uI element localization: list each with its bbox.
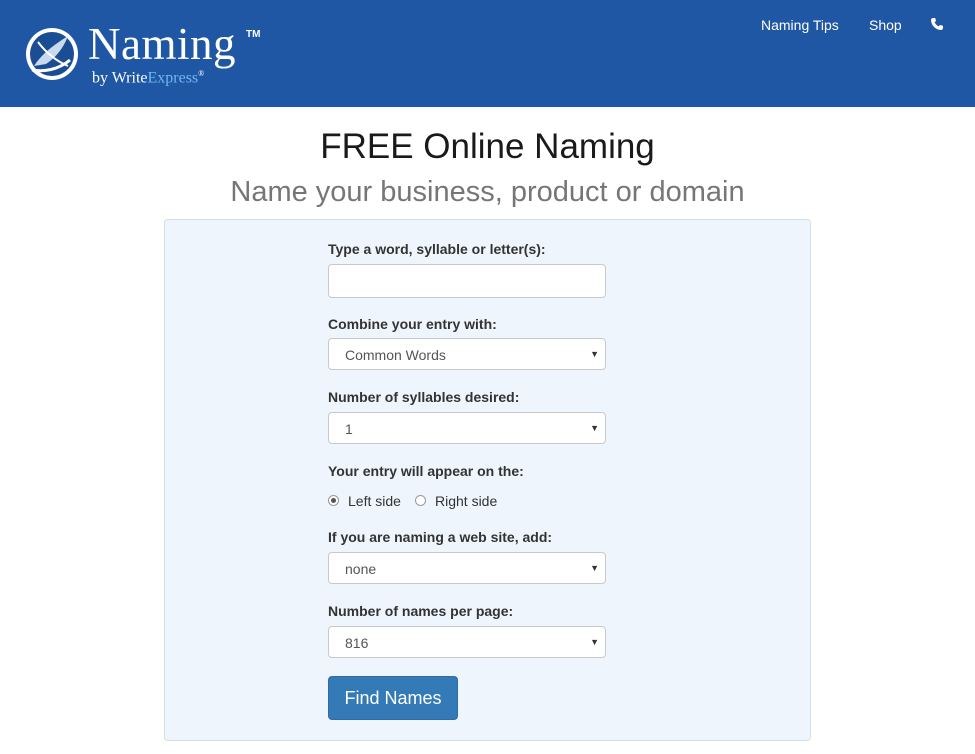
chevron-down-icon: ▼ (590, 637, 599, 647)
phone-icon[interactable] (930, 17, 944, 31)
syllables-selected-value: 1 (345, 421, 353, 437)
quill-logo-icon (26, 28, 78, 80)
nav-naming-tips[interactable]: Naming Tips (761, 17, 839, 33)
website-selected-value: none (345, 561, 377, 577)
syllables-label: Number of syllables desired: (328, 389, 520, 405)
position-label: Your entry will appear on the: (328, 463, 524, 479)
names-per-page-label: Number of names per page: (328, 603, 514, 619)
names-per-page-select[interactable]: 816 ▼ (328, 626, 606, 658)
chevron-down-icon: ▼ (590, 563, 599, 573)
combine-label: Combine your entry with: (328, 316, 497, 332)
website-extension-select[interactable]: none ▼ (328, 552, 606, 584)
page-subtitle: Name your business, product or domain (230, 176, 745, 208)
left-side-label[interactable]: Left side (348, 493, 401, 509)
logo-by-text: by Write (92, 69, 148, 87)
syllables-select[interactable]: 1 ▼ (328, 412, 606, 444)
chevron-down-icon: ▼ (590, 423, 599, 433)
logo-trademark: TM (246, 29, 261, 40)
website-label: If you are naming a web site, add: (328, 529, 553, 545)
naming-logo[interactable]: Naming TM by WriteExpress® (24, 19, 284, 87)
chevron-down-icon: ▼ (590, 349, 599, 359)
word-label: Type a word, syllable or letter(s): (328, 241, 546, 257)
logo-byline: by WriteExpress® (92, 69, 204, 87)
logo-wordmark: Naming (88, 19, 236, 69)
names-per-page-value: 816 (345, 635, 369, 651)
combine-selected-value: Common Words (345, 347, 446, 363)
logo-express-text: Express (147, 69, 199, 87)
right-side-label[interactable]: Right side (435, 493, 497, 509)
left-side-radio[interactable] (328, 495, 339, 506)
page-title: FREE Online Naming (320, 127, 655, 166)
find-names-button[interactable]: Find Names (328, 676, 458, 720)
top-navbar: Naming TM by WriteExpress® Naming Tips S… (0, 0, 975, 107)
nav-shop[interactable]: Shop (869, 17, 902, 33)
combine-select[interactable]: Common Words ▼ (328, 338, 606, 370)
logo-registered: ® (198, 69, 205, 78)
right-side-radio[interactable] (415, 495, 426, 506)
word-input[interactable] (328, 264, 606, 298)
